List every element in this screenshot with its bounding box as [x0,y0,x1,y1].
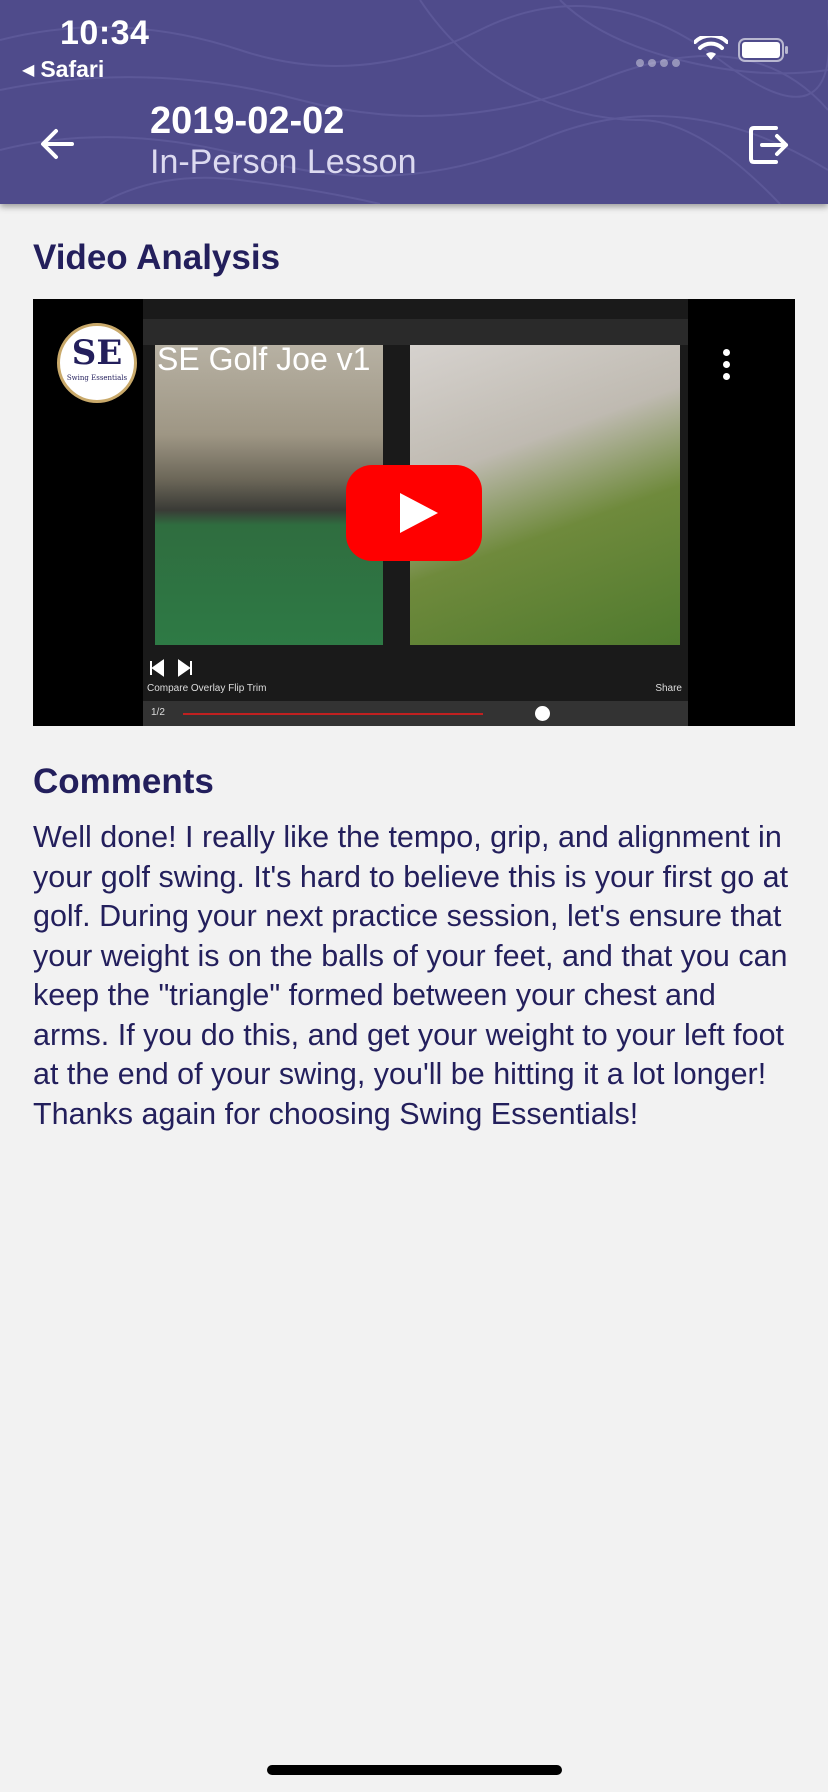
video-frame-progress [183,713,483,715]
video-frame-share-text: Share [655,683,682,694]
status-time: 10:34 [60,14,150,52]
video-player[interactable]: Compare Overlay Flip Trim Share 1/2 SE S… [33,299,795,726]
comments-heading: Comments [33,762,214,801]
video-analysis-heading: Video Analysis [33,238,281,277]
video-title[interactable]: SE Golf Joe v1 [157,341,370,378]
more-vertical-icon[interactable] [723,349,733,385]
page-title: 2019-02-02 [150,100,345,142]
back-triangle-icon: ◀ [22,62,35,79]
comments-text: Well done! I really like the tempo, grip… [33,820,789,1131]
status-icons [628,34,798,67]
back-app-label: Safari [40,56,105,82]
app-header: 10:34 ◀ Safari 2019-02-02 In-Person Lesso… [0,0,828,204]
back-to-safari[interactable]: ◀ Safari [22,56,104,83]
channel-logo-text: SE [71,333,123,373]
signal-icon [636,54,684,72]
skip-controls-icon [150,659,192,677]
video-frame-controls: 1/2 [143,701,688,726]
logout-icon[interactable] [748,124,790,166]
page-subtitle: In-Person Lesson [150,143,417,181]
home-indicator[interactable] [267,1765,562,1775]
arrow-left-icon[interactable] [38,124,78,164]
video-frame-toolbar-text: Compare Overlay Flip Trim [147,683,267,694]
youtube-play-icon[interactable] [346,465,482,561]
video-frame-knob [535,706,550,721]
battery-icon [738,38,788,62]
wifi-icon [694,36,728,60]
video-frame-page-indicator: 1/2 [151,707,165,718]
channel-logo-subtitle: Swing Essentials [66,374,128,382]
channel-avatar[interactable]: SE Swing Essentials [57,323,137,403]
